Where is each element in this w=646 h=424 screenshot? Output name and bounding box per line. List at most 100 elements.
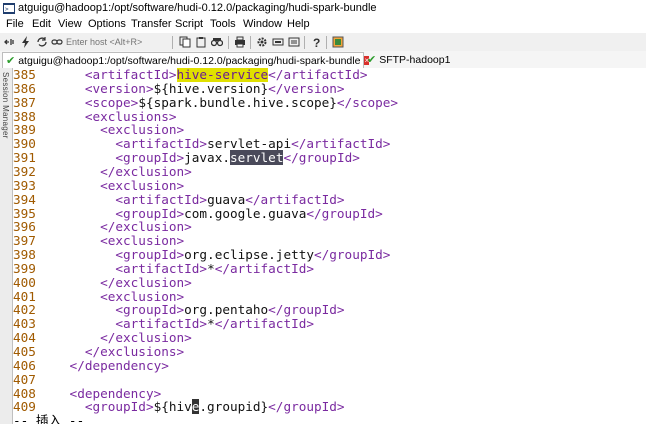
code-token: * — [207, 316, 215, 332]
svg-text:?: ? — [313, 36, 320, 48]
code-line: 386 <version>${hive.version}</version> — [13, 80, 345, 96]
line-number: 400 — [13, 274, 36, 290]
code-token: <groupId> — [39, 205, 185, 221]
code-token: </groupId> — [283, 150, 360, 166]
code-token: </exclusion> — [39, 330, 192, 346]
menu-script[interactable]: Script — [175, 18, 203, 30]
code-line: 389 <exclusion> — [13, 123, 184, 137]
code-token: servlet-api — [207, 136, 292, 152]
line-number: 408 — [13, 385, 36, 401]
find-icon[interactable] — [210, 35, 224, 49]
menu-edit[interactable]: Edit — [32, 18, 51, 30]
line-number: 397 — [13, 233, 36, 249]
window-title: atguigu@hadoop1:/opt/software/hudi-0.12.… — [18, 2, 377, 14]
tab-label: atguigu@hadoop1:/opt/software/hudi-0.12.… — [18, 54, 361, 67]
code-line: 407 — [13, 372, 39, 387]
toolbar-separator — [250, 36, 251, 49]
title-bar: >_ atguigu@hadoop1:/opt/software/hudi-0.… — [0, 0, 646, 17]
lightning-icon[interactable] — [19, 35, 33, 49]
code-token: ${hive.version} — [153, 80, 269, 96]
code-token: </groupId> — [268, 399, 345, 415]
sftp-window-icon[interactable] — [331, 35, 345, 49]
code-line: 409 <groupId>${hive.groupid}</groupId> — [13, 399, 345, 415]
session-tab-bar: ✔ atguigu@hadoop1:/opt/software/hudi-0.1… — [0, 51, 646, 69]
code-line: 402 <groupId>org.pentaho</groupId> — [13, 303, 345, 317]
gear-icon[interactable] — [255, 35, 269, 49]
connect-icon[interactable] — [3, 35, 17, 49]
code-token: </version> — [268, 80, 345, 96]
vim-mode-status: -- 插入 -- — [13, 413, 85, 424]
toolbar-separator — [304, 36, 305, 49]
terminal-editor[interactable]: 385 <artifactId>hive-service</artifactId… — [13, 68, 646, 424]
line-number: 399 — [13, 260, 36, 276]
menu-transfer[interactable]: Transfer — [131, 18, 172, 30]
line-number: 396 — [13, 219, 36, 235]
menu-window[interactable]: Window — [243, 18, 282, 30]
connected-check-icon: ✔ — [367, 54, 377, 66]
code-line: 408 <dependency> — [13, 385, 161, 401]
menu-bar: File Edit View Options Transfer Script T… — [0, 17, 646, 33]
code-token: guava — [207, 191, 246, 207]
code-line: 400 </exclusion> — [13, 274, 192, 290]
toolbar-separator — [172, 36, 173, 49]
toolbar-separator — [326, 36, 327, 49]
code-token: <exclusion> — [39, 288, 185, 304]
keymap-icon[interactable] — [287, 35, 301, 49]
code-token: .groupid} — [199, 399, 269, 415]
line-number: 385 — [13, 68, 36, 82]
key-settings-icon[interactable] — [271, 35, 285, 49]
menu-options[interactable]: Options — [88, 18, 126, 30]
print-icon[interactable] — [233, 35, 247, 49]
code-line: 401 <exclusion> — [13, 288, 185, 304]
menu-file[interactable]: File — [6, 18, 24, 30]
code-token: * — [207, 260, 215, 276]
code-token: </groupId> — [268, 302, 345, 318]
code-line: 392 </exclusion> — [13, 165, 192, 179]
copy-icon[interactable] — [178, 35, 192, 49]
code-line: 387 <scope>${spark.bundle.hive.scope}</s… — [13, 94, 398, 110]
line-number: 395 — [13, 205, 36, 221]
code-token: </exclusion> — [39, 219, 192, 235]
menu-tools[interactable]: Tools — [210, 18, 236, 30]
line-number: 409 — [13, 399, 36, 415]
code-line: 393 <exclusion> — [13, 178, 184, 193]
tab-sftp[interactable]: ✔ SFTP-hadoop1 — [364, 52, 450, 67]
code-token: org.pentaho — [184, 302, 269, 318]
code-line: 390 <artifactId>servlet-api</artifactId> — [13, 137, 390, 151]
code-token: </dependency> — [39, 357, 169, 373]
line-number: 387 — [13, 94, 36, 110]
line-number: 398 — [13, 247, 36, 263]
help-icon[interactable]: ? — [309, 35, 323, 49]
host-input[interactable] — [66, 36, 170, 48]
line-number: 389 — [13, 122, 36, 138]
line-number: 404 — [13, 330, 36, 346]
code-token: </exclusion> — [39, 163, 192, 179]
toolbar-separator — [228, 36, 229, 49]
code-line: 406 </dependency> — [13, 357, 169, 373]
reconnect-icon[interactable] — [35, 35, 49, 49]
code-token: <groupId> — [39, 302, 185, 318]
code-token: </artifactId> — [245, 191, 345, 207]
line-number: 403 — [13, 316, 36, 332]
tab-ssh-session[interactable]: ✔ atguigu@hadoop1:/opt/software/hudi-0.1… — [2, 52, 370, 68]
paste-icon[interactable] — [194, 35, 208, 49]
code-token: <groupId> — [39, 399, 154, 415]
line-number: 391 — [13, 150, 36, 166]
code-line: 398 <groupId>org.eclipse.jetty</groupId> — [13, 248, 390, 262]
code-token: </groupId> — [314, 247, 391, 263]
code-line: 403 <artifactId>*</artifactId> — [13, 317, 314, 331]
code-line: 388 <exclusions> — [13, 109, 177, 124]
link-icon[interactable] — [50, 35, 64, 49]
code-line: 405 </exclusions> — [13, 345, 184, 359]
session-manager-panel[interactable]: Session Manager — [0, 68, 13, 424]
code-line: 396 </exclusion> — [13, 220, 192, 234]
code-token: <artifactId> — [39, 191, 208, 207]
line-number: 386 — [13, 80, 36, 96]
code-line: 394 <artifactId>guava</artifactId> — [13, 191, 345, 207]
code-token: </artifactId> — [214, 260, 315, 276]
line-number: 401 — [13, 288, 36, 304]
session-manager-label: Session Manager — [1, 72, 10, 139]
code-token: org.eclipse.jetty — [184, 247, 314, 263]
menu-view[interactable]: View — [58, 18, 82, 30]
menu-help[interactable]: Help — [287, 18, 310, 30]
